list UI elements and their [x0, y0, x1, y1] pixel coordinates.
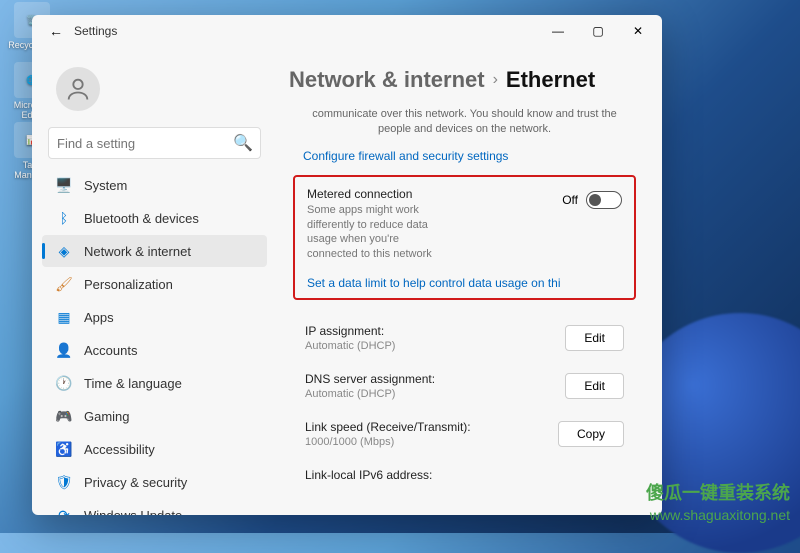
privacy-security-icon: 🛡 [56, 474, 72, 490]
windows-update-icon: ⟳ [56, 507, 72, 515]
close-button[interactable]: ✕ [618, 15, 658, 47]
system-icon: 🖥️ [56, 177, 72, 193]
breadcrumb-current: Ethernet [506, 67, 595, 93]
metered-toggle[interactable] [586, 191, 622, 209]
setting-title: DNS server assignment: [305, 372, 435, 386]
setting-row: DNS server assignment: Automatic (DHCP) Ed… [283, 362, 646, 410]
sidebar-item-label: Windows Update [84, 508, 182, 516]
back-button[interactable]: ← [46, 21, 66, 41]
sidebar-item-label: Accounts [84, 343, 137, 358]
sidebar-item-label: Accessibility [84, 442, 155, 457]
sidebar-item-personalization[interactable]: 🖌 Personalization [42, 268, 267, 300]
setting-row: Link speed (Receive/Transmit): 1000/1000 … [283, 410, 646, 458]
sidebar-item-label: Time & language [84, 376, 182, 391]
sidebar-item-accounts[interactable]: 👤 Accounts [42, 334, 267, 366]
titlebar: ← Settings — ▢ ✕ [32, 15, 662, 47]
sidebar-item-label: Bluetooth & devices [84, 211, 199, 226]
time-language-icon: 🕐 [56, 375, 72, 391]
copy-button[interactable]: Copy [558, 421, 624, 447]
sidebar-item-accessibility[interactable]: ♿ Accessibility [42, 433, 267, 465]
gaming-icon: 🎮 [56, 408, 72, 424]
apps-icon: ▦ [56, 309, 72, 325]
search-input[interactable] [57, 136, 233, 151]
edit-button[interactable]: Edit [565, 325, 624, 351]
sidebar-item-label: System [84, 178, 127, 193]
sidebar-item-label: Apps [84, 310, 114, 325]
personalization-icon: 🖌 [56, 276, 72, 292]
setting-value: Automatic (DHCP) [305, 388, 435, 400]
maximize-button[interactable]: ▢ [578, 15, 618, 47]
sidebar: 🔍 🖥️ System ᛒ Bluetooth & devices ◈ Network &… [32, 47, 277, 515]
breadcrumb-parent[interactable]: Network & internet [289, 67, 485, 93]
network-internet-icon: ◈ [56, 243, 72, 259]
search-icon: 🔍 [233, 133, 253, 153]
data-limit-link[interactable]: Set a data limit to help control data us… [307, 276, 622, 290]
sidebar-item-apps[interactable]: ▦ Apps [42, 301, 267, 333]
metered-state: Off [562, 193, 578, 207]
metered-connection-box: Metered connection Some apps might work … [293, 175, 636, 300]
main-pane: Network & internet › Ethernet communicat… [277, 47, 662, 515]
setting-title: IP assignment: [305, 324, 395, 338]
metered-desc: Some apps might work differently to redu… [307, 203, 447, 262]
sidebar-item-label: Privacy & security [84, 475, 187, 490]
breadcrumb: Network & internet › Ethernet [283, 67, 646, 93]
bluetooth-devices-icon: ᛒ [56, 210, 72, 226]
sidebar-item-label: Network & internet [84, 244, 191, 259]
setting-title: Link speed (Receive/Transmit): [305, 420, 471, 434]
sidebar-item-privacy-security[interactable]: 🛡 Privacy & security [42, 466, 267, 498]
sidebar-item-gaming[interactable]: 🎮 Gaming [42, 400, 267, 432]
minimize-button[interactable]: — [538, 15, 578, 47]
watermark-text: 傻瓜一键重装系统 [646, 479, 790, 505]
metered-title: Metered connection [307, 187, 447, 201]
setting-title: Link-local IPv6 address: [305, 468, 432, 482]
user-avatar[interactable] [56, 67, 100, 111]
setting-row: IP assignment: Automatic (DHCP) Edit [283, 314, 646, 362]
sidebar-item-system[interactable]: 🖥️ System [42, 169, 267, 201]
search-box[interactable]: 🔍 [48, 127, 261, 159]
sidebar-item-label: Personalization [84, 277, 173, 292]
person-icon [64, 75, 92, 103]
setting-value: Automatic (DHCP) [305, 340, 395, 352]
window-title: Settings [74, 24, 117, 38]
setting-value: 1000/1000 (Mbps) [305, 436, 471, 448]
accounts-icon: 👤 [56, 342, 72, 358]
sidebar-item-time-language[interactable]: 🕐 Time & language [42, 367, 267, 399]
setting-row: Link-local IPv6 address: [283, 458, 646, 494]
firewall-link[interactable]: Configure firewall and security settings [283, 143, 646, 171]
sidebar-item-network-internet[interactable]: ◈ Network & internet [42, 235, 267, 267]
sidebar-item-label: Gaming [84, 409, 130, 424]
sidebar-item-windows-update[interactable]: ⟳ Windows Update [42, 499, 267, 515]
accessibility-icon: ♿ [56, 441, 72, 457]
sidebar-item-bluetooth-devices[interactable]: ᛒ Bluetooth & devices [42, 202, 267, 234]
chevron-right-icon: › [493, 71, 498, 89]
network-notice: communicate over this network. You shoul… [283, 107, 646, 143]
watermark-url: www.shaguaxitong.net [650, 507, 790, 523]
edit-button[interactable]: Edit [565, 373, 624, 399]
settings-window: ← Settings — ▢ ✕ 🔍 🖥️ System ᛒ Bluetooth & … [32, 15, 662, 515]
